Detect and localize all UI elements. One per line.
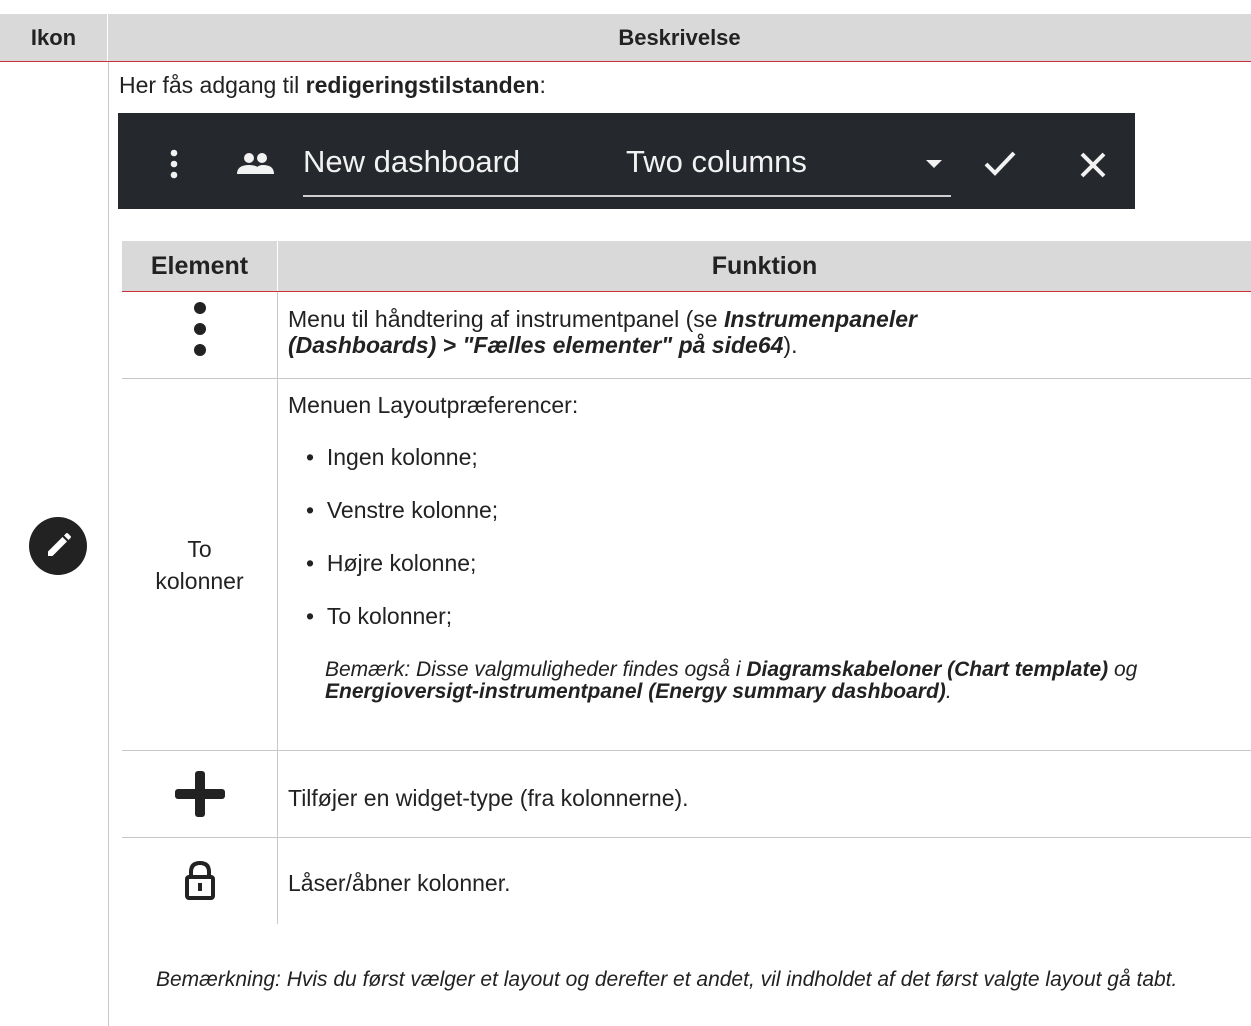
- list-item: • Højre kolonne;: [306, 550, 477, 576]
- menu-text-suffix: ).: [783, 332, 798, 358]
- menu-text-prefix: Menu til håndtering af instrumentpanel (…: [288, 306, 724, 332]
- row-divider: [122, 750, 1251, 751]
- layout-select[interactable]: Two columns: [626, 144, 807, 180]
- header-funktion: Funktion: [711, 251, 818, 280]
- list-item: • Venstre kolonne;: [306, 497, 499, 523]
- inner-table-header: Element Funktion: [122, 241, 1251, 292]
- menu-description: Menu til håndtering af instrumentpanel (…: [288, 306, 1238, 358]
- option-label: Venstre kolonne;: [326, 497, 499, 523]
- note-prefix: Bemærk: Disse valgmuligheder findes også…: [325, 658, 747, 681]
- header-ikon: Ikon: [30, 24, 77, 50]
- lock-description: Låser/åbner kolonner.: [288, 870, 511, 896]
- layout-heading: Menuen Layoutpræferencer:: [288, 392, 579, 418]
- check-icon[interactable]: [982, 148, 1018, 178]
- header-element: Element: [150, 251, 249, 280]
- outer-column-divider: [108, 62, 109, 1026]
- list-item: • Ingen kolonne;: [306, 444, 478, 470]
- close-icon[interactable]: [1078, 150, 1108, 180]
- menu-link-line2[interactable]: (Dashboards) > "Fælles elementer" på sid…: [288, 332, 783, 358]
- lock-open-icon: [184, 861, 216, 901]
- outer-table-header: Ikon Beskrivelse: [0, 14, 1251, 62]
- note-link2[interactable]: Energioversigt-instrumentpanel (Energy s…: [325, 680, 946, 703]
- element-line1: To: [187, 536, 212, 562]
- element-line2: kolonner: [155, 568, 244, 594]
- intro-prefix: Her fås adgang til: [119, 72, 306, 98]
- intro-suffix: :: [539, 72, 546, 98]
- layout-note: Bemærk: Disse valgmuligheder findes også…: [325, 659, 1225, 703]
- people-icon[interactable]: [236, 151, 276, 175]
- menu-link-line1[interactable]: Instrumenpaneler: [724, 306, 917, 332]
- footnote: Bemærkning: Hvis du først vælger et layo…: [156, 968, 1178, 991]
- pencil-edit-icon: [29, 517, 87, 575]
- note-mid: og: [1108, 658, 1138, 681]
- input-underline: [303, 195, 951, 197]
- dropdown-arrow-icon[interactable]: [926, 157, 942, 168]
- more-vert-icon: [190, 299, 210, 359]
- note-suffix: .: [945, 680, 952, 703]
- inner-column-divider: [277, 292, 278, 924]
- option-label: Højre kolonne;: [326, 550, 477, 576]
- header-beskrivelse: Beskrivelse: [618, 24, 741, 50]
- more-vert-icon[interactable]: [168, 148, 180, 184]
- list-item: • To kolonner;: [306, 603, 453, 629]
- row-divider: [122, 837, 1251, 838]
- option-label: To kolonner;: [326, 603, 453, 629]
- option-label: Ingen kolonne;: [326, 444, 478, 470]
- dashboard-name-input[interactable]: New dashboard: [303, 144, 520, 180]
- intro-text: Her fås adgang til redigeringstilstanden…: [119, 72, 546, 99]
- row-divider: [122, 378, 1251, 379]
- layout-element-label: To kolonner: [122, 533, 277, 597]
- add-description: Tilføjer en widget-type (fra kolonnerne)…: [288, 785, 689, 811]
- note-link1[interactable]: Diagramskabeloner (Chart template): [746, 658, 1108, 681]
- plus-icon: [175, 771, 225, 817]
- intro-bold: redigeringstilstanden: [305, 72, 540, 98]
